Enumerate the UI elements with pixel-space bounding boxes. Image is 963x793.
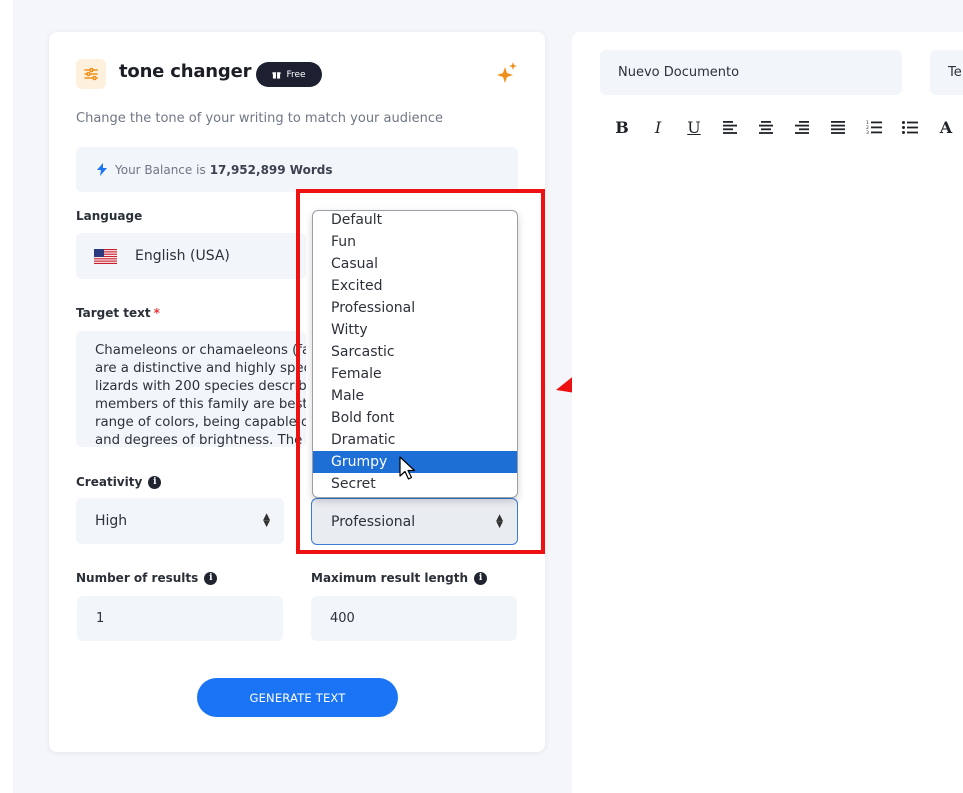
bold-button[interactable]: B <box>604 118 640 137</box>
align-right-icon[interactable] <box>784 120 820 134</box>
us-flag-icon <box>94 248 117 264</box>
balance-prefix: Your Balance is <box>115 162 206 177</box>
secondary-field-value: Te <box>948 65 962 80</box>
tone-changer-app-icon <box>76 59 106 89</box>
max-length-value: 400 <box>330 611 355 626</box>
bold-label: B <box>615 117 629 137</box>
language-select[interactable]: English (USA) <box>76 233 306 279</box>
text-line: Chameleons or chamaeleons (fa <box>95 343 306 358</box>
balance-panel: Your Balance is 17,952,899 Words <box>76 147 518 192</box>
text-line: and degrees of brightness. The l <box>95 433 306 447</box>
ordered-list-icon[interactable]: 123 <box>856 120 892 134</box>
font-color-button[interactable]: A <box>928 118 963 137</box>
underline-button[interactable]: U <box>676 118 712 137</box>
num-results-value: 1 <box>96 611 105 626</box>
editor-panel <box>572 32 963 793</box>
num-results-label: Number of results i <box>76 571 218 585</box>
creativity-label: Creativity i <box>76 475 162 489</box>
favorite-sparkle-icon[interactable] <box>496 61 518 87</box>
info-icon[interactable]: i <box>204 571 218 585</box>
num-results-input[interactable]: 1 <box>77 596 283 641</box>
max-length-label: Maximum result length i <box>311 571 488 585</box>
max-length-label-text: Maximum result length <box>311 571 469 585</box>
target-text-input[interactable]: Chameleons or chamaeleons (fa are a dist… <box>76 331 306 447</box>
bolt-icon <box>97 163 107 176</box>
num-results-label-text: Number of results <box>76 571 199 585</box>
bullet-list-icon[interactable] <box>892 120 928 134</box>
annotation-highlight-box <box>296 189 545 554</box>
align-center-icon[interactable] <box>748 120 784 134</box>
align-justify-icon[interactable] <box>820 120 856 134</box>
language-label: Language <box>76 209 142 223</box>
align-left-icon[interactable] <box>712 120 748 134</box>
page-subtitle: Change the tone of your writing to match… <box>76 111 443 126</box>
info-icon[interactable]: i <box>474 571 488 585</box>
generate-text-button[interactable]: GENERATE TEXT <box>197 678 398 717</box>
creativity-value: High <box>95 513 128 529</box>
gift-icon <box>272 72 281 79</box>
info-icon[interactable]: i <box>148 475 162 489</box>
editor-toolbar: B I U 123 A <box>604 116 963 138</box>
svg-text:3: 3 <box>866 130 869 134</box>
page-title: tone changer <box>119 61 252 82</box>
text-line: range of colors, being capable o <box>95 415 306 430</box>
language-value: English (USA) <box>135 248 230 264</box>
creativity-label-text: Creativity <box>76 475 143 489</box>
language-label-text: Language <box>76 209 143 223</box>
badge-label: Free <box>286 69 306 80</box>
document-title-value: Nuevo Documento <box>618 65 740 80</box>
max-length-input[interactable]: 400 <box>311 596 517 641</box>
target-text-label-text: Target text <box>76 306 151 320</box>
font-color-label: A <box>939 117 953 137</box>
plan-badge: Free <box>256 62 322 87</box>
text-line: lizards with 200 species describ <box>95 379 306 394</box>
tone-icon <box>84 67 98 81</box>
italic-label: I <box>654 117 662 137</box>
document-title-input[interactable]: Nuevo Documento <box>600 50 902 95</box>
target-text-label: Target text * <box>76 306 160 320</box>
required-mark: * <box>153 306 160 320</box>
left-gutter <box>0 0 13 793</box>
text-line: are a distinctive and highly spec <box>95 361 306 376</box>
document-secondary-field[interactable]: Te <box>930 50 963 95</box>
balance-value: 17,952,899 Words <box>209 162 333 177</box>
underline-label: U <box>687 117 701 137</box>
text-line: members of this family are best <box>95 397 306 412</box>
italic-button[interactable]: I <box>640 118 676 137</box>
select-arrows-icon: ▲ ▼ <box>263 512 270 529</box>
creativity-select[interactable]: High ▲ ▼ <box>76 498 284 544</box>
